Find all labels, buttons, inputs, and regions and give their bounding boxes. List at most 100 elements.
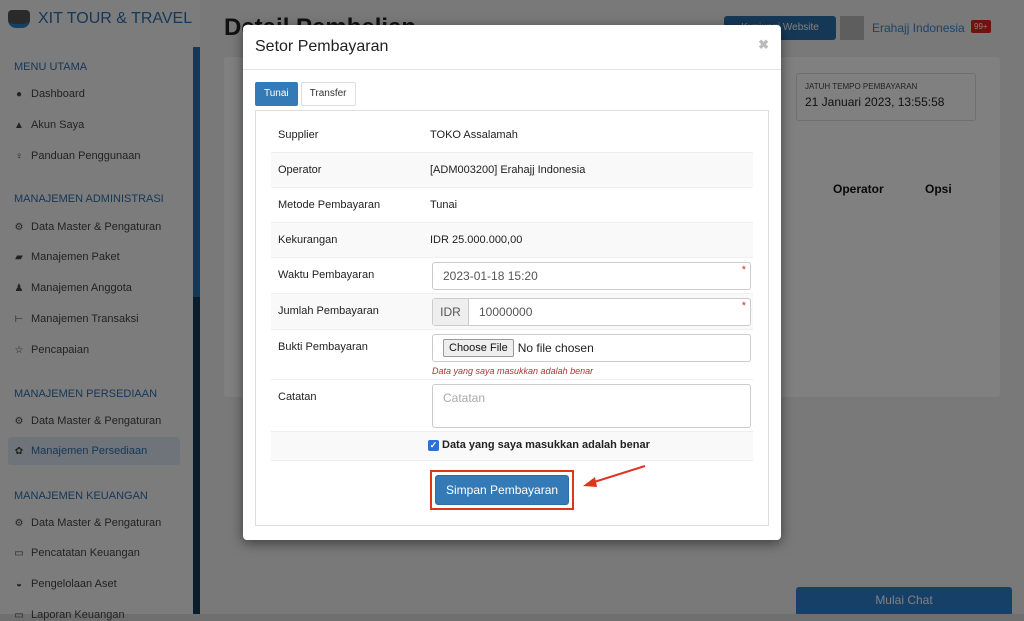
sidebar-item[interactable]: ▭ Pencatatan Keuangan [14,547,186,559]
label: Kekurangan [278,234,338,246]
bukti-hint: Data yang saya masukkan adalah benar [432,366,594,376]
sidebar-scrollbar[interactable] [193,47,200,614]
sidebar-item[interactable]: ⚙ Data Master & Pengaturan [14,517,186,529]
sidebar-item[interactable]: ● Dashboard [14,88,186,100]
highlight-box: Simpan Pembayaran [430,470,575,510]
save-payment-button[interactable]: Simpan Pembayaran [435,475,570,505]
col-operator: Operator [833,182,884,196]
tab-transfer[interactable]: Transfer [300,82,356,106]
users-icon: ♟ [14,282,24,294]
sidebar-section-title: MANAJEMEN KEUANGAN [14,490,148,502]
sidebar-item[interactable]: ☆ Pencapaian [14,344,186,356]
hdd-icon: ◒ [15,578,23,590]
sidebar-item-label: Pencapaian [31,344,90,356]
label: Waktu Pembayaran [278,269,375,281]
brand-name: XIT TOUR & TRAVEL [38,10,193,27]
info-row: Kekurangan IDR 25.000.000,00 [271,223,753,258]
gears-icon: ⚙ [14,221,24,233]
money-icon: ▭ [14,547,24,559]
confirm-checkbox[interactable]: ✓ [428,439,439,451]
chat-button[interactable]: Mulai Chat [796,587,1012,614]
info-row: Operator [ADM003200] Erahajj Indonesia [271,153,753,188]
avatar[interactable] [840,16,864,40]
sidebar-item[interactable]: ✿ Manajemen Persediaan [8,437,180,465]
value: Tunai [430,199,458,211]
payment-amount-input[interactable]: IDR 10000000 * [432,298,751,326]
sidebar-item-label: Dashboard [31,88,85,100]
row-jumlah: Jumlah Pembayaran IDR 10000000 * [271,294,753,330]
payment-modal: Setor Pembayaran ✖ Tunai Transfer Suppli… [243,25,781,540]
gears-icon: ⚙ [14,517,24,529]
book-icon: ▰ [15,251,23,263]
sidebar-item[interactable]: ▭ Laporan Keuangan [14,609,186,621]
label: Supplier [278,129,319,141]
sidebar-item-label: Manajemen Paket [31,251,120,263]
confirm-label[interactable]: Data yang saya masukkan adalah benar [442,439,650,451]
notification-badge: 99+ [971,20,991,33]
sidebar-item[interactable]: ◒ Pengelolaan Aset [14,578,186,590]
value: TOKO Assalamah [430,129,518,141]
globe-icon: ● [15,88,23,100]
cart-icon: ⊢ [14,313,24,325]
sidebar-item[interactable]: ▲ Akun Saya [14,119,186,131]
sidebar-item[interactable]: ⊢ Manajemen Transaksi [14,313,186,325]
sidebar-item-label: Manajemen Anggota [31,282,132,294]
sidebar-item[interactable]: ⚙ Data Master & Pengaturan [14,415,186,427]
gears-icon: ⚙ [14,415,24,427]
money-icon: ▭ [14,609,24,621]
user-icon: ▲ [14,119,24,131]
notes-textarea[interactable]: Catatan [432,384,751,428]
value: 10000000 [479,305,533,319]
sidebar-item-label: Data Master & Pengaturan [31,415,162,427]
sidebar-item[interactable]: ♀ Panduan Penggunaan [14,150,186,162]
sidebar-section-title: MANAJEMEN PERSEDIAAN [14,388,158,400]
label: Jumlah Pembayaran [278,305,379,317]
cubes-icon: ✿ [14,445,24,457]
sidebar-item-label: Pencatatan Keuangan [31,547,140,559]
tab-tunai[interactable]: Tunai [255,82,298,106]
placeholder: Catatan [443,391,486,405]
due-value: 21 Januari 2023, 13:55:58 [805,95,945,109]
brand[interactable]: XIT TOUR & TRAVEL [8,10,192,28]
col-opsi: Opsi [925,182,952,196]
sidebar-item-label: Akun Saya [31,119,85,131]
label: Operator [278,164,322,176]
value: 2023-01-18 15:20 [443,269,538,283]
row-bukti: Bukti Pembayaran Choose File No file chose… [271,330,753,380]
sidebar-item[interactable]: ⚙ Data Master & Pengaturan [14,221,186,233]
file-status: No file chosen [517,341,594,355]
arrow-annotation-icon [583,465,646,487]
row-confirm: ✓ Data yang saya masukkan adalah benar [271,432,753,461]
row-waktu: Waktu Pembayaran 2023-01-18 15:20 * [271,258,753,294]
choose-file-button[interactable]: Choose File [443,339,514,357]
value: IDR 25.000.000,00 [430,234,523,246]
sidebar-item[interactable]: ▰ Manajemen Paket [14,251,186,263]
lightbulb-icon: ♀ [15,150,23,162]
value: [ADM003200] Erahajj Indonesia [430,164,586,176]
star-icon: ☆ [14,344,24,356]
required-mark: * [741,264,746,276]
sidebar-item[interactable]: ♟ Manajemen Anggota [14,282,186,294]
close-icon[interactable]: ✖ [758,37,769,53]
file-input[interactable]: Choose File No file chosen [432,334,751,362]
label: Bukti Pembayaran [278,341,368,353]
info-row: Metode Pembayaran Tunai [271,188,753,223]
due-date-box: JATUH TEMPO PEMBAYARAN 21 Januari 2023, 1… [796,73,976,121]
sidebar-item-label: Manajemen Persediaan [31,445,148,457]
sidebar-item-label: Data Master & Pengaturan [31,517,162,529]
row-catatan: Catatan Catatan [271,380,753,432]
label: Metode Pembayaran [278,199,381,211]
sidebar-item-label: Pengelolaan Aset [31,578,117,590]
logo-icon [8,10,30,28]
payment-time-input[interactable]: 2023-01-18 15:20 * [432,262,751,290]
info-row: Supplier TOKO Assalamah [271,118,753,153]
label: Catatan [278,391,317,403]
sidebar-item-label: Data Master & Pengaturan [31,221,162,233]
tab-panel: Supplier TOKO Assalamah Operator [ADM003200… [255,110,769,526]
user-name[interactable]: Erahajj Indonesia [872,21,965,35]
required-mark: * [741,300,746,312]
sidebar-section-title: MENU UTAMA [14,61,88,73]
sidebar-section-title: MANAJEMEN ADMINISTRASI [14,193,164,205]
due-label: JATUH TEMPO PEMBAYARAN [805,82,918,91]
sidebar-item-label: Manajemen Transaksi [31,313,139,325]
